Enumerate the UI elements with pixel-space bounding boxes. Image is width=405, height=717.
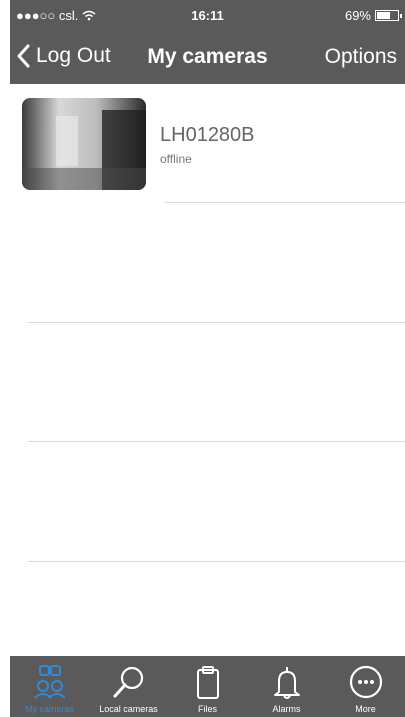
tab-bar: My cameras Local cameras Files Alarms Mo… <box>10 656 405 717</box>
log-out-label: Log Out <box>36 44 111 67</box>
tab-local-cameras-label: Local cameras <box>99 704 158 714</box>
tab-more[interactable]: More <box>326 656 405 717</box>
tab-my-cameras-label: My cameras <box>24 704 74 714</box>
camera-status: offline <box>160 152 192 166</box>
more-icon <box>349 665 382 699</box>
status-bar: ●●●○○ csl. 16:11 69% <box>10 0 405 30</box>
battery-group: 69% <box>344 8 402 23</box>
list-divider <box>28 322 405 323</box>
options-button[interactable]: Options <box>325 45 397 69</box>
camera-name: LH01280B <box>160 124 255 146</box>
tab-my-cameras[interactable]: My cameras <box>10 656 89 717</box>
chevron-left-icon <box>17 44 30 68</box>
list-divider <box>28 561 405 562</box>
app-screen: ●●●○○ csl. 16:11 69% Log Out My cameras … <box>10 0 405 717</box>
tab-more-label: More <box>355 704 376 714</box>
battery-percent: 69% <box>344 8 371 23</box>
clipboard-icon <box>196 666 219 699</box>
camera-list-item[interactable]: LH01280B offline <box>10 84 405 202</box>
tab-alarms-label: Alarms <box>272 704 301 714</box>
tab-files-label: Files <box>197 704 217 714</box>
tab-alarms[interactable]: Alarms <box>247 656 326 717</box>
list-divider <box>165 202 405 203</box>
search-icon <box>113 666 143 698</box>
battery-icon <box>375 10 402 21</box>
tab-files[interactable]: Files <box>168 656 247 717</box>
camera-list: LH01280B offline <box>10 84 405 656</box>
cameras-icon <box>33 665 66 699</box>
list-divider <box>28 441 405 442</box>
navigation-bar: Log Out My cameras Options <box>10 30 405 84</box>
bell-icon <box>273 667 300 699</box>
tab-local-cameras[interactable]: Local cameras <box>89 656 168 717</box>
camera-thumbnail <box>22 98 146 190</box>
log-out-button[interactable]: Log Out <box>16 44 111 68</box>
